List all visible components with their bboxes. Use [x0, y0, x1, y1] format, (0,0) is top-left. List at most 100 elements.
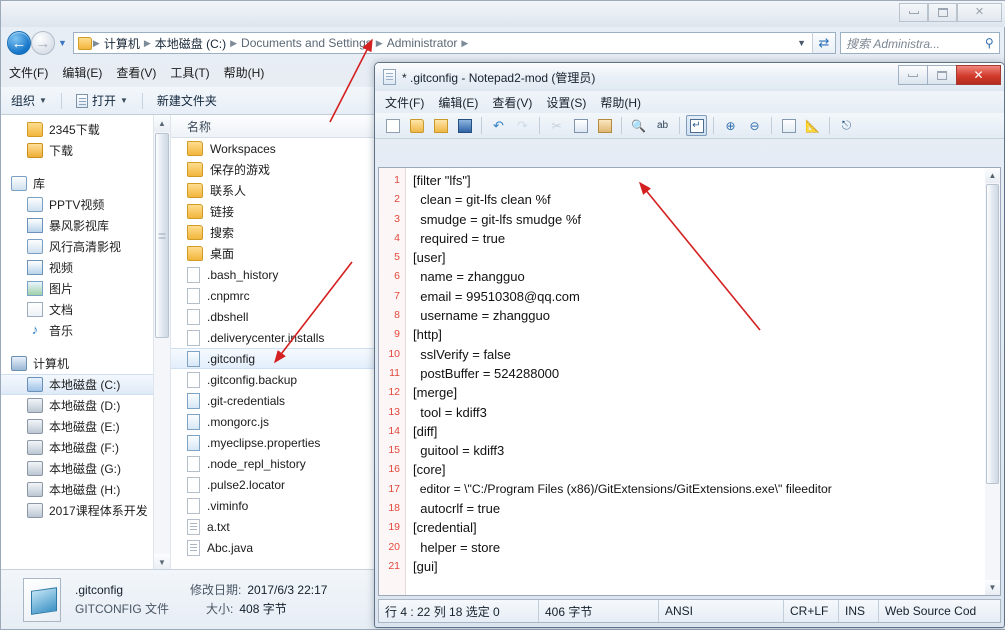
close-icon: ✕: [973, 68, 983, 82]
code-line: [core]: [413, 460, 1000, 479]
breadcrumb-administrator[interactable]: Administrator: [384, 36, 461, 50]
details-modified-value: 2017/6/3 22:17: [241, 581, 327, 600]
editor-scrollbar[interactable]: ▲ ▼: [985, 167, 1001, 596]
undo-button[interactable]: ↶: [488, 115, 509, 136]
back-button[interactable]: ←: [7, 31, 31, 55]
sidebar-item-videos[interactable]: 视频: [1, 257, 170, 278]
save-file-button[interactable]: [454, 115, 475, 136]
maximize-button[interactable]: [927, 65, 956, 85]
cut-button[interactable]: ✂: [546, 115, 567, 136]
new-file-button[interactable]: [382, 115, 403, 136]
editor-text-area[interactable]: [filter "lfs"] clean = git-lfs clean %f …: [406, 168, 1000, 595]
text-editor[interactable]: 1 2 3 4 5 6 7 8 9 10 11 12 13 14 15 16 1…: [378, 167, 1001, 596]
breadcrumb-drive-c[interactable]: 本地磁盘 (C:): [152, 35, 229, 52]
sidebar-item-computer[interactable]: 计算机: [1, 353, 170, 374]
search-icon: ⚲: [985, 36, 994, 50]
cut-icon: ✂: [551, 119, 561, 133]
sidebar-item-label: 暴风影视库: [49, 217, 109, 234]
sidebar-item-drive-e[interactable]: 本地磁盘 (E:): [1, 416, 170, 437]
menu-edit[interactable]: 编辑(E): [438, 94, 478, 111]
scroll-up-button[interactable]: ▲: [985, 168, 1000, 183]
breadcrumb-computer[interactable]: 计算机: [101, 35, 143, 52]
address-input[interactable]: ▶ 计算机 ▶ 本地磁盘 (C:) ▶ Documents and Settin…: [73, 32, 812, 54]
find-button[interactable]: 🔍: [628, 115, 649, 136]
line-number: 15: [379, 441, 405, 460]
replace-button[interactable]: ab: [652, 115, 673, 136]
sidebar-item-drive-d[interactable]: 本地磁盘 (D:): [1, 395, 170, 416]
sidebar-item-funshion-hd[interactable]: 风行高清影视: [1, 236, 170, 257]
sidebar-item-drive-f[interactable]: 本地磁盘 (F:): [1, 437, 170, 458]
zoom-in-button[interactable]: ⊕: [720, 115, 741, 136]
refresh-button[interactable]: ⇄: [812, 32, 836, 54]
line-number: 10: [379, 345, 405, 364]
status-bytes[interactable]: 406 字节: [539, 600, 659, 622]
menu-view[interactable]: 查看(V): [492, 94, 532, 111]
sidebar-item-2017-course[interactable]: 2017课程体系开发: [1, 500, 170, 521]
recent-pages-dropdown[interactable]: ▼: [58, 38, 67, 48]
sidebar-item-pictures[interactable]: 图片: [1, 278, 170, 299]
sidebar-item-drive-c[interactable]: 本地磁盘 (C:): [1, 374, 170, 395]
status-insert-mode[interactable]: INS: [839, 600, 879, 622]
sidebar-item-label: 库: [33, 175, 45, 192]
status-eol[interactable]: CR+LF: [784, 600, 839, 622]
menu-file[interactable]: 文件(F): [9, 64, 48, 81]
line-number: 21: [379, 557, 405, 576]
redo-button[interactable]: ↷: [512, 115, 533, 136]
open-file-button[interactable]: [406, 115, 427, 136]
status-encoding[interactable]: ANSI: [659, 600, 784, 622]
scrollbar-thumb[interactable]: [986, 184, 999, 484]
minimize-button[interactable]: [899, 3, 928, 22]
copy-button[interactable]: [570, 115, 591, 136]
sidebar-item-documents[interactable]: 文档: [1, 299, 170, 320]
line-number: 16: [379, 460, 405, 479]
organize-button[interactable]: 组织 ▼: [11, 92, 47, 109]
menu-help[interactable]: 帮助(H): [600, 94, 641, 111]
folder-icon: [187, 141, 203, 156]
minimize-button[interactable]: [898, 65, 927, 85]
menu-help[interactable]: 帮助(H): [224, 64, 265, 81]
word-wrap-button[interactable]: ↵: [686, 115, 707, 136]
file-icon: [187, 267, 200, 283]
video-library-icon: [27, 218, 43, 233]
menu-file[interactable]: 文件(F): [385, 94, 424, 111]
maximize-button[interactable]: [928, 3, 957, 22]
breadcrumb-documents-and-settings[interactable]: Documents and Settings: [238, 36, 375, 50]
status-scheme[interactable]: Web Source Cod: [879, 600, 1000, 622]
chevron-down-icon[interactable]: ▼: [797, 38, 806, 48]
sidebar-item-pptv-video[interactable]: PPTV视频: [1, 194, 170, 215]
sidebar-item-2345download[interactable]: 2345下载: [1, 119, 170, 140]
properties-button[interactable]: [778, 115, 799, 136]
open-button[interactable]: 打开 ▼: [76, 92, 128, 109]
forward-button[interactable]: →: [31, 31, 55, 55]
notepad-statusbar: 行 4 : 22 列 18 选定 0 406 字节 ANSI CR+LF INS…: [378, 599, 1001, 623]
close-button[interactable]: ✕: [956, 65, 1001, 85]
sidebar-item-libraries[interactable]: 库: [1, 173, 170, 194]
navpane-scrollbar[interactable]: ▲ ▼: [153, 115, 170, 571]
sidebar-item-drive-g[interactable]: 本地磁盘 (G:): [1, 458, 170, 479]
menu-settings[interactable]: 设置(S): [546, 94, 586, 111]
sidebar-item-drive-h[interactable]: 本地磁盘 (H:): [1, 479, 170, 500]
line-number: 3: [379, 210, 405, 229]
sidebar-item-music[interactable]: ♪ 音乐: [1, 320, 170, 341]
scrollbar-thumb[interactable]: [155, 133, 169, 338]
scheme-button[interactable]: 📐: [802, 115, 823, 136]
menu-edit[interactable]: 编辑(E): [62, 64, 102, 81]
browse-file-button[interactable]: [430, 115, 451, 136]
search-input[interactable]: 搜索 Administra... ⚲: [840, 32, 1000, 54]
close-button[interactable]: ✕: [957, 3, 1002, 22]
scroll-up-button[interactable]: ▲: [154, 115, 170, 132]
new-folder-button[interactable]: 新建文件夹: [157, 92, 217, 109]
exit-button[interactable]: ⎋: [836, 115, 857, 136]
menu-tools[interactable]: 工具(T): [170, 64, 209, 81]
zoom-out-button[interactable]: ⊖: [744, 115, 765, 136]
paste-button[interactable]: [594, 115, 615, 136]
sidebar-item-baofeng-library[interactable]: 暴风影视库: [1, 215, 170, 236]
scroll-down-button[interactable]: ▼: [985, 580, 1000, 595]
sidebar-item-downloads[interactable]: 下载: [1, 140, 170, 161]
spacer: [1, 161, 170, 173]
minimize-icon: [908, 74, 918, 77]
file-icon: [187, 330, 200, 346]
code-line: username = zhangguo: [413, 306, 1000, 325]
file-preview-icon: [23, 578, 61, 622]
menu-view[interactable]: 查看(V): [116, 64, 156, 81]
